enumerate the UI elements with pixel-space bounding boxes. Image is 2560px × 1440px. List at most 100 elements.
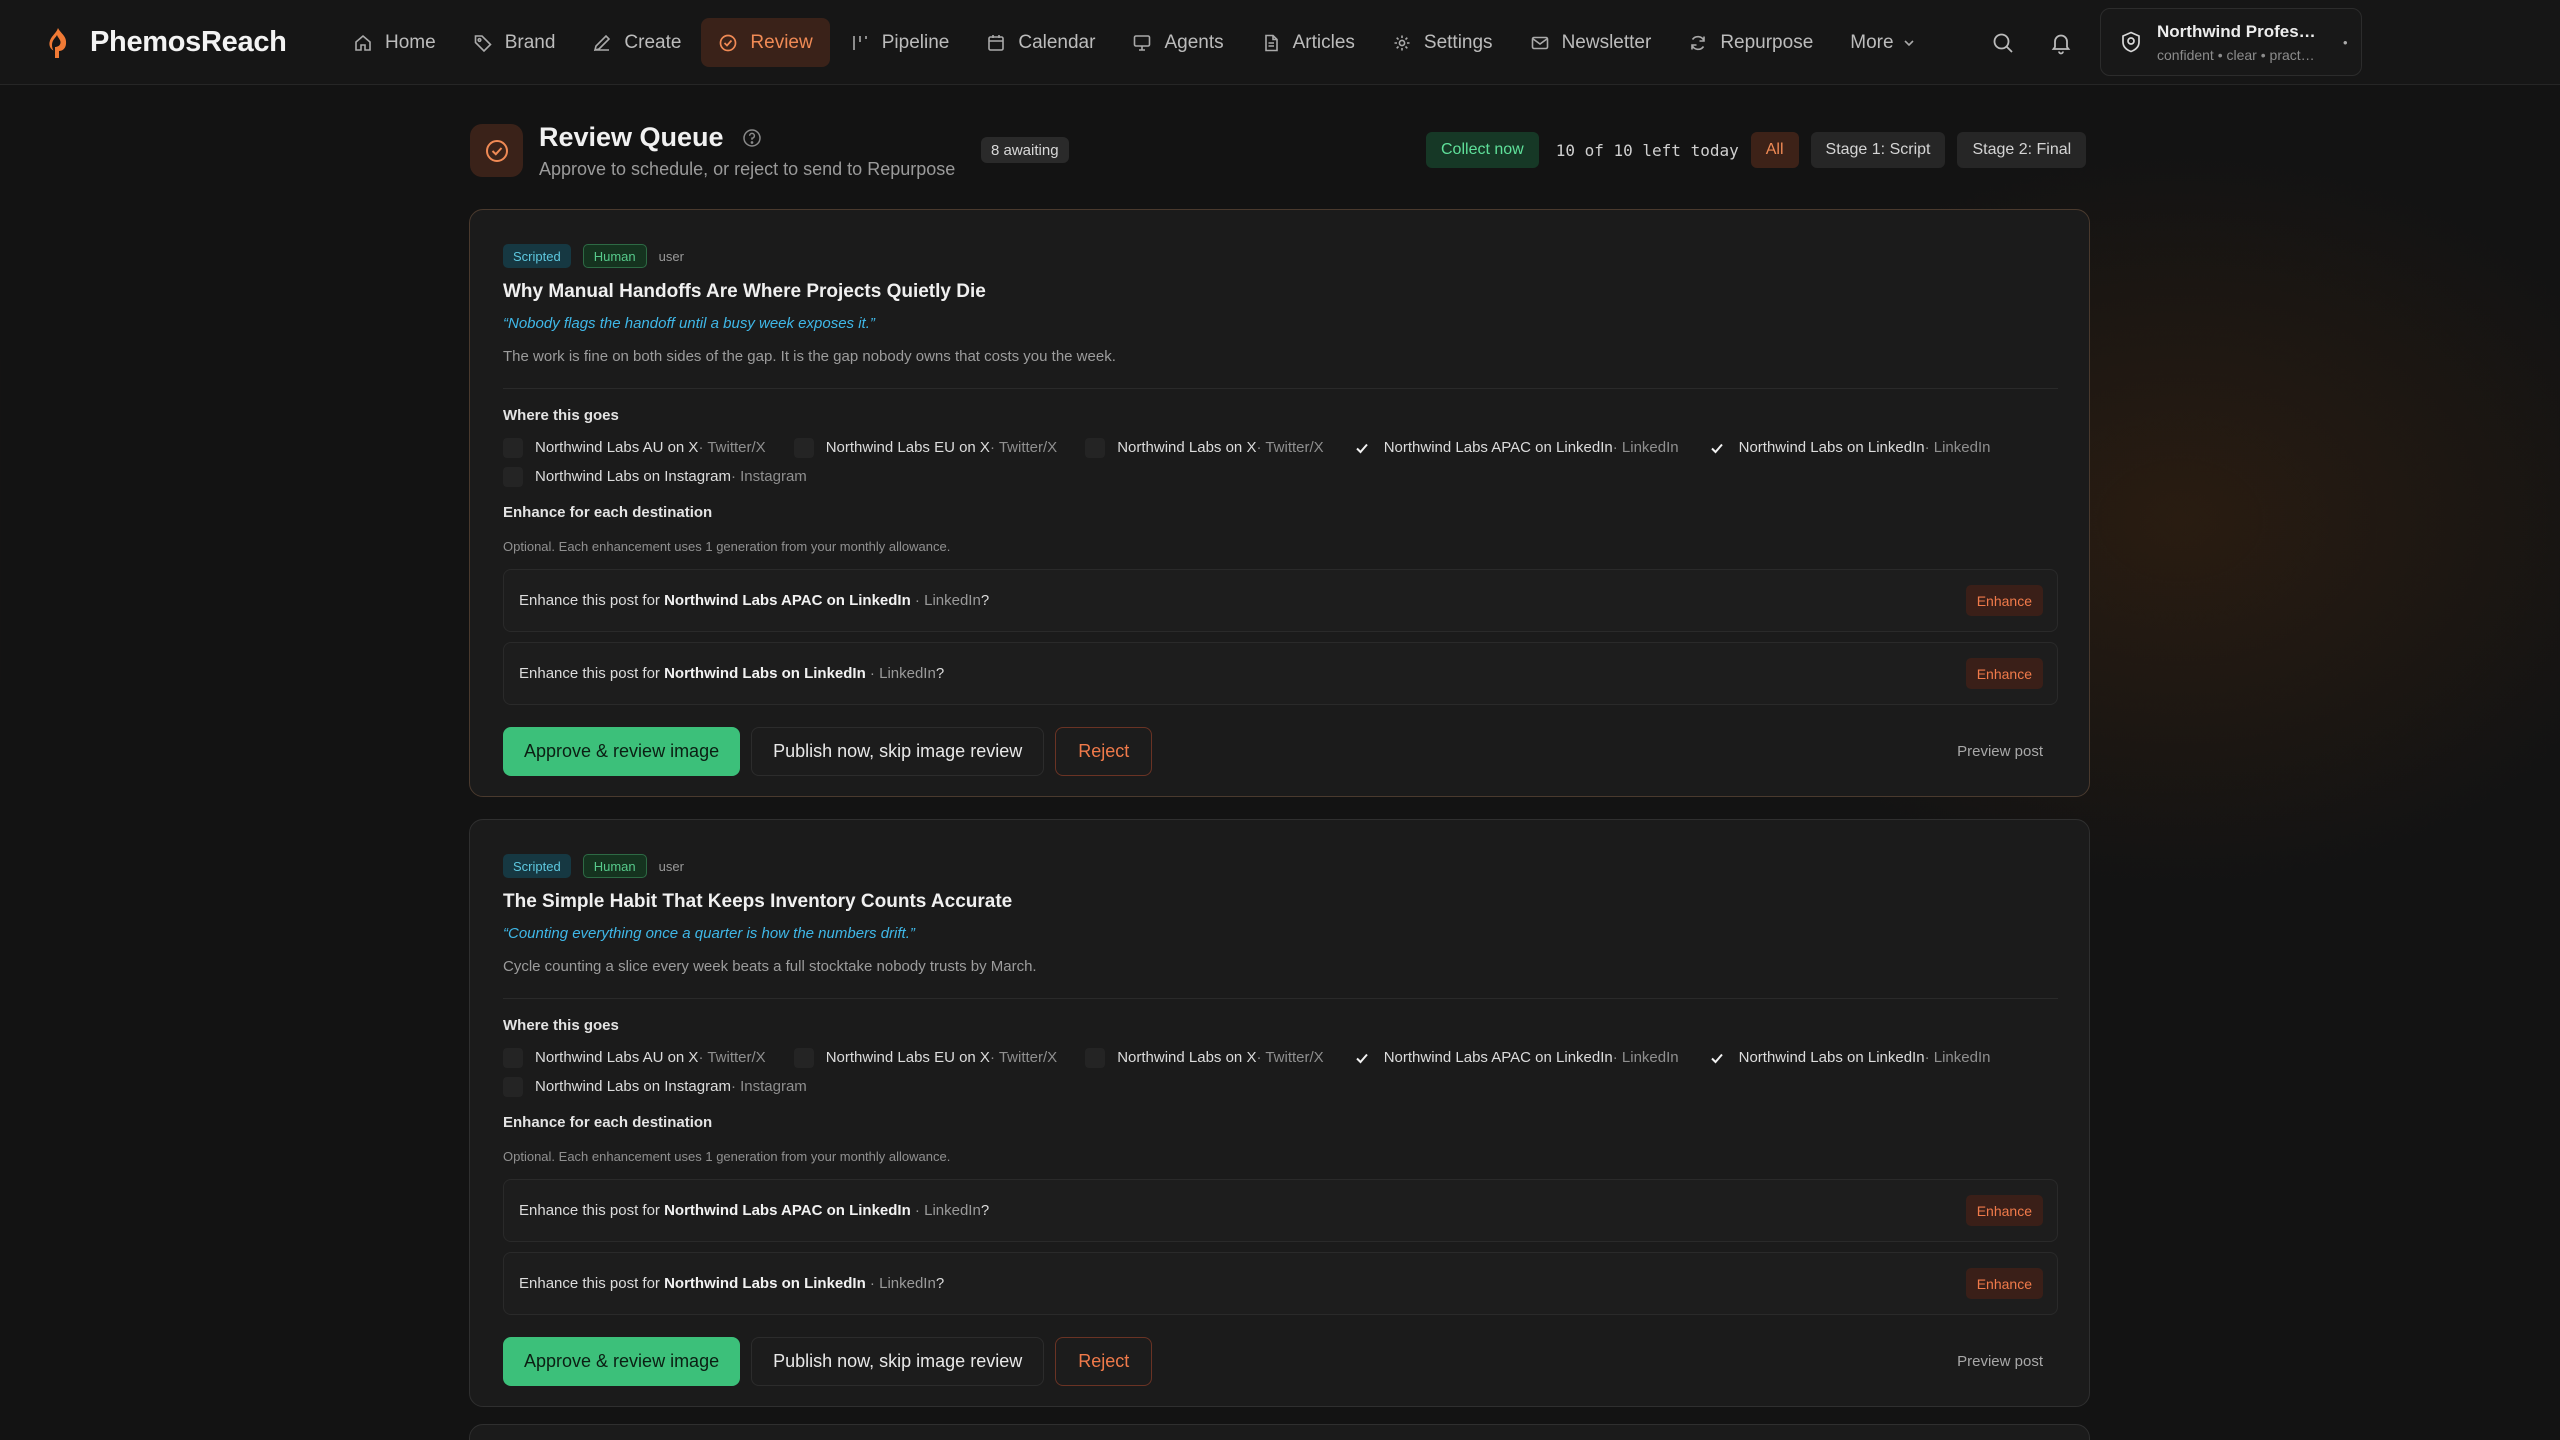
reject-button[interactable]: Reject bbox=[1055, 727, 1153, 776]
enhance-button[interactable]: Enhance bbox=[1965, 658, 2043, 689]
enhance-target: Northwind Labs APAC on LinkedIn bbox=[664, 1202, 911, 1219]
help-icon[interactable] bbox=[742, 128, 762, 148]
nav-articles[interactable]: Articles bbox=[1244, 18, 1372, 67]
page-subtitle: Approve to schedule, or reject to send t… bbox=[539, 159, 956, 179]
checkbox[interactable] bbox=[503, 1047, 523, 1068]
collect-now-button[interactable]: Collect now bbox=[1426, 132, 1539, 168]
publish-now-button[interactable]: Publish now, skip image review bbox=[751, 1337, 1045, 1386]
checkbox[interactable] bbox=[793, 437, 814, 458]
nav-more[interactable]: More bbox=[1833, 18, 1932, 67]
destination-platform: · Twitter/X bbox=[698, 439, 766, 456]
author-label: user bbox=[658, 248, 684, 264]
check-circle-icon bbox=[720, 34, 737, 51]
destination-checkbox[interactable]: Northwind Labs on LinkedIn · LinkedIn bbox=[1707, 433, 1991, 462]
nav-label: Home bbox=[385, 31, 436, 53]
nav-create[interactable]: Create bbox=[575, 18, 698, 67]
check-circle-icon bbox=[485, 139, 508, 162]
destination-checkbox[interactable]: Northwind Labs AU on X · Twitter/X bbox=[503, 1043, 766, 1072]
where-heading: Where this goes bbox=[503, 1017, 619, 1034]
destination-checkbox[interactable]: Northwind Labs on X · Twitter/X bbox=[1085, 1043, 1324, 1072]
post-title: The Simple Habit That Keeps Inventory Co… bbox=[503, 891, 1013, 912]
checkbox[interactable] bbox=[503, 466, 523, 487]
enhance-button[interactable]: Enhance bbox=[1965, 585, 2043, 616]
notifications-button[interactable] bbox=[2044, 26, 2078, 60]
destination-platform: · Twitter/X bbox=[1256, 439, 1324, 456]
app-logo[interactable]: PhemosReach bbox=[46, 26, 287, 59]
nav-home[interactable]: Home bbox=[336, 18, 453, 67]
destination-checkbox[interactable]: Northwind Labs APAC on LinkedIn · Linked… bbox=[1352, 1043, 1679, 1072]
destination-checkbox[interactable]: Northwind Labs on LinkedIn · LinkedIn bbox=[1707, 1043, 1990, 1072]
destination-name: Northwind Labs AU on X bbox=[535, 439, 699, 456]
preview-post-link[interactable]: Preview post bbox=[1957, 1353, 2043, 1370]
enhance-heading: Enhance for each destination bbox=[503, 1114, 713, 1131]
nav-newsletter[interactable]: Newsletter bbox=[1513, 18, 1669, 67]
post-title: Why Manual Handoffs Are Where Projects Q… bbox=[503, 281, 986, 302]
checkbox[interactable] bbox=[1085, 437, 1106, 458]
reject-button[interactable]: Reject bbox=[1055, 1337, 1153, 1386]
nav-repurpose[interactable]: Repurpose bbox=[1671, 18, 1830, 67]
destination-checkbox[interactable]: Northwind Labs on Instagram · Instagram bbox=[503, 1072, 807, 1101]
destination-platform: · Instagram bbox=[730, 468, 807, 485]
review-card: Scripted Human user Why Manual Handoffs … bbox=[469, 209, 2090, 797]
publish-now-button[interactable]: Publish now, skip image review bbox=[751, 727, 1045, 776]
daily-quota: 10 of 10 left today bbox=[1555, 140, 1739, 160]
enhance-prefix: Enhance this post for bbox=[519, 1275, 665, 1292]
profile-switcher[interactable]: Northwind Profes… confident • clear • pr… bbox=[2100, 8, 2362, 76]
checkbox[interactable] bbox=[1085, 1047, 1106, 1068]
nav-pipeline[interactable]: Pipeline bbox=[833, 18, 967, 67]
checkbox[interactable] bbox=[503, 1076, 523, 1097]
approve-button[interactable]: Approve & review image bbox=[503, 1337, 741, 1386]
filter-all[interactable]: All bbox=[1750, 132, 1799, 168]
checkbox-checked[interactable] bbox=[1352, 1048, 1372, 1068]
checkbox-checked[interactable] bbox=[1707, 438, 1727, 458]
enhance-button[interactable]: Enhance bbox=[1965, 1195, 2043, 1226]
enhance-platform: · LinkedIn bbox=[910, 1202, 981, 1219]
destination-checkbox[interactable]: Northwind Labs on Instagram · Instagram bbox=[503, 462, 807, 491]
approve-button[interactable]: Approve & review image bbox=[503, 727, 741, 776]
nav-review[interactable]: Review bbox=[701, 18, 830, 67]
checkbox-checked[interactable] bbox=[1707, 1048, 1727, 1068]
app-name: PhemosReach bbox=[90, 26, 287, 58]
destination-platform: · LinkedIn bbox=[1924, 439, 1991, 456]
checkbox[interactable] bbox=[793, 1047, 814, 1068]
enhance-button[interactable]: Enhance bbox=[1965, 1268, 2043, 1299]
where-heading: Where this goes bbox=[503, 407, 619, 424]
chevron-down-icon bbox=[1903, 39, 1914, 46]
destination-checkbox[interactable]: Northwind Labs EU on X · Twitter/X bbox=[793, 1043, 1057, 1072]
page-title: Review Queue bbox=[539, 122, 724, 152]
destination-checkbox[interactable]: Northwind Labs on X · Twitter/X bbox=[1085, 433, 1324, 462]
destination-platform: · Twitter/X bbox=[989, 439, 1058, 456]
nav-label: Articles bbox=[1292, 31, 1355, 53]
destination-checkbox[interactable]: Northwind Labs APAC on LinkedIn · Linked… bbox=[1352, 433, 1679, 462]
enhance-prompt: Enhance this post for Northwind Labs on … bbox=[519, 665, 944, 682]
destination-name: Northwind Labs EU on X bbox=[825, 439, 990, 456]
destination-checkbox[interactable]: Northwind Labs EU on X · Twitter/X bbox=[793, 433, 1058, 462]
nav-label: Pipeline bbox=[881, 31, 950, 53]
enhance-row: Enhance this post for Northwind Labs on … bbox=[503, 1252, 2058, 1315]
nav-label: Brand bbox=[504, 31, 556, 53]
checkbox[interactable] bbox=[503, 437, 523, 458]
destination-name: Northwind Labs on LinkedIn bbox=[1738, 439, 1925, 456]
profile-name: Northwind Profes… bbox=[2157, 21, 2316, 41]
preview-post-link[interactable]: Preview post bbox=[1957, 743, 2043, 760]
filter-stage-1-script[interactable]: Stage 1: Script bbox=[1810, 132, 1946, 168]
review-card-next bbox=[469, 1424, 2090, 1440]
destination-name: Northwind Labs APAC on LinkedIn bbox=[1383, 1049, 1613, 1066]
nav-brand[interactable]: Brand bbox=[456, 18, 573, 67]
nav-agents[interactable]: Agents bbox=[1115, 18, 1240, 67]
search-button[interactable] bbox=[1986, 26, 2020, 60]
enhance-platform: · LinkedIn bbox=[865, 665, 936, 682]
calendar-icon bbox=[988, 34, 1005, 51]
nav-settings[interactable]: Settings bbox=[1375, 18, 1510, 67]
destination-platform: · Instagram bbox=[730, 1078, 807, 1095]
author-label: user bbox=[658, 858, 684, 874]
destination-name: Northwind Labs on Instagram bbox=[535, 468, 731, 485]
destination-checkbox[interactable]: Northwind Labs AU on X · Twitter/X bbox=[503, 433, 766, 462]
checkbox-checked[interactable] bbox=[1352, 438, 1372, 458]
post-hook: “Counting everything once a quarter is h… bbox=[503, 925, 915, 942]
post-body: The work is fine on both sides of the ga… bbox=[503, 348, 1116, 365]
review-card: Scripted Human user The Simple Habit Tha… bbox=[469, 819, 2090, 1407]
nav-calendar[interactable]: Calendar bbox=[969, 18, 1112, 67]
nav-label: Agents bbox=[1164, 31, 1224, 53]
filter-stage-2-final[interactable]: Stage 2: Final bbox=[1957, 132, 2087, 168]
